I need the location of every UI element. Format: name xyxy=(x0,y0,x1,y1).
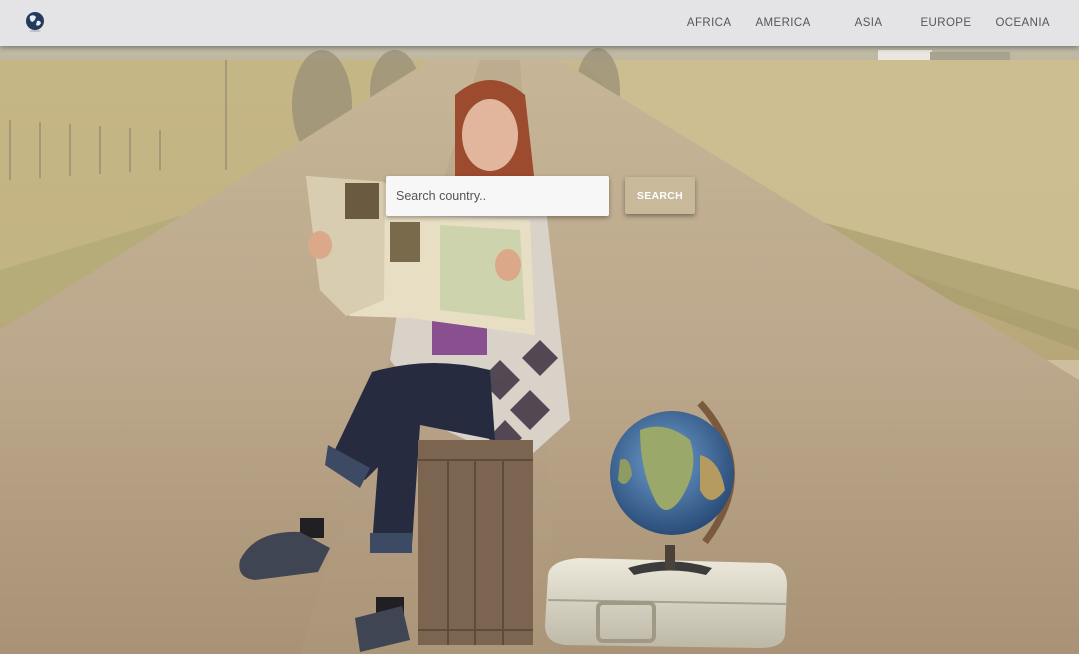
nav-link-asia[interactable]: ASIA xyxy=(823,17,909,29)
region-nav: AFRICA AMERICA ASIA EUROPE OCEANIA xyxy=(675,0,1062,46)
globe-icon[interactable] xyxy=(24,10,46,32)
hero-background-image xyxy=(0,0,1079,654)
nav-link-europe[interactable]: EUROPE xyxy=(908,17,983,29)
search-button[interactable]: SEARCH xyxy=(625,177,695,214)
top-navbar: AFRICA AMERICA ASIA EUROPE OCEANIA xyxy=(0,0,1079,46)
nav-link-america[interactable]: AMERICA xyxy=(743,17,822,29)
search-country-input[interactable] xyxy=(386,176,609,216)
nav-link-africa[interactable]: AFRICA xyxy=(675,17,744,29)
nav-link-oceania[interactable]: OCEANIA xyxy=(983,17,1062,29)
